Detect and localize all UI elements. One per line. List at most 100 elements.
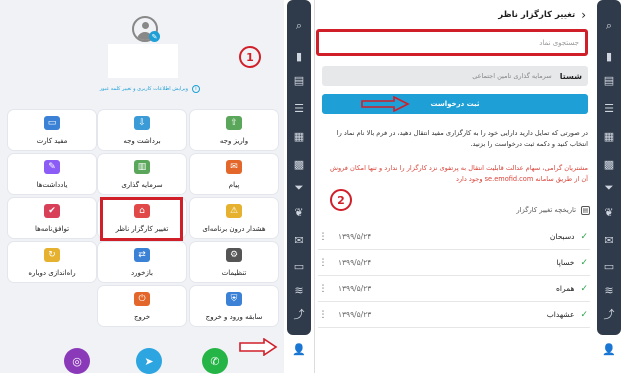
deposit-icon: ⇧: [226, 115, 242, 130]
whatsapp-icon[interactable]: ✆: [202, 348, 228, 374]
trend-icon[interactable]: ⤴: [287, 306, 311, 322]
withdraw-icon: ⇩: [134, 115, 150, 130]
menu-tile-label: سابقه ورود و خروج: [205, 312, 263, 321]
user-name-redacted: [108, 44, 178, 78]
back-chevron-icon[interactable]: ›: [581, 8, 586, 22]
menu-tile-label: سرمایه گذاری: [121, 180, 163, 189]
menu-tile[interactable]: ⇄ بازخورد: [98, 242, 186, 282]
grid-icon[interactable]: ▩: [597, 156, 621, 172]
history-header: تاریخچه تغییر کارگزار ▤: [420, 204, 590, 216]
layers-icon[interactable]: ≋: [597, 282, 621, 298]
filter-icon[interactable]: ⏷: [597, 180, 621, 196]
more-options-icon[interactable]: ⋮: [318, 232, 328, 242]
menu-tile-label: خروج: [133, 312, 151, 321]
history-symbol: خساپا: [556, 258, 575, 267]
history-title: تاریخچه تغییر کارگزار: [516, 206, 576, 214]
chat-icon[interactable]: ▭: [287, 258, 311, 274]
menu-tile-label: بازخورد: [131, 268, 153, 277]
calendar-icon[interactable]: ▦: [287, 128, 311, 144]
bookmark-icon[interactable]: ▮: [287, 48, 311, 64]
layers-icon[interactable]: ≋: [287, 282, 311, 298]
info-icon: i: [192, 85, 200, 93]
warning-text: مشتریان گرامی، سهام عدالت قابلیت انتقال …: [329, 164, 588, 183]
search-icon[interactable]: ⌕: [597, 18, 621, 34]
step-badge-2: 2: [330, 189, 352, 211]
plant-icon[interactable]: ❦: [597, 204, 621, 220]
menu-tile[interactable]: ⛨ سابقه ورود و خروج: [190, 286, 278, 326]
menu-tile[interactable]: ⚙ تنظیمات: [190, 242, 278, 282]
menu-tile[interactable]: ✔ توافق‌نامه‌ها: [8, 198, 96, 238]
avatar-head: [142, 22, 149, 29]
annotation-arrow-right: [360, 95, 410, 113]
history-date: ۱۳۹۹/۵/۲۳: [338, 310, 372, 319]
history-date: ۱۳۹۹/۵/۲۴: [338, 258, 372, 267]
highlight-box: [100, 197, 183, 241]
menu-tile[interactable]: ✎ یادداشت‌ها: [8, 154, 96, 194]
step-badge-1: 1: [239, 46, 261, 68]
profile-icon-right[interactable]: 👤: [597, 338, 621, 360]
menu-tile-label: هشدار درون برنامه‌ای: [202, 224, 266, 233]
trend-icon[interactable]: ⤴: [597, 306, 621, 322]
menu-tile[interactable]: ✉ پیام: [190, 154, 278, 194]
edit-avatar-icon[interactable]: ✎: [149, 31, 160, 42]
menu-tile[interactable]: ▭ مفید کارت: [8, 110, 96, 150]
panel-divider: [314, 0, 315, 373]
message-icon[interactable]: ✉: [597, 232, 621, 248]
menu-tile-label: راه‌اندازی دوباره: [28, 268, 76, 277]
history-symbol: عشهداب: [546, 310, 575, 319]
instagram-icon[interactable]: ◎: [64, 348, 90, 374]
info-text: در صورتی که تمایل دارید دارایی خود را به…: [336, 129, 588, 148]
history-row[interactable]: ⋮ ۱۳۹۹/۵/۲۴ خساپا ✓: [318, 250, 590, 276]
menu-tile[interactable]: ▥ سرمایه گذاری: [98, 154, 186, 194]
plant-icon[interactable]: ❦: [287, 204, 311, 220]
filter-icon[interactable]: ⏷: [287, 180, 311, 196]
annotation-arrow-left: [238, 337, 278, 357]
history-symbol: دسبحان: [549, 232, 575, 241]
chart-icon[interactable]: ▤: [597, 72, 621, 88]
bookmark-icon[interactable]: ▮: [597, 48, 621, 64]
card-icon: ▭: [44, 115, 60, 130]
watchlist-icon[interactable]: ☰: [287, 100, 311, 116]
menu-tile[interactable]: ⇩ برداشت وجه: [98, 110, 186, 150]
restart-icon: ↻: [44, 247, 60, 262]
search-icon[interactable]: ⌕: [287, 18, 311, 34]
search-field[interactable]: جستجوی نماد: [316, 29, 588, 56]
submit-label: ثبت درخواست: [430, 100, 480, 108]
more-options-icon[interactable]: ⋮: [318, 258, 328, 268]
menu-tile[interactable]: ⏻ خروج: [98, 286, 186, 326]
history-row[interactable]: ⋮ ۱۳۹۹/۵/۲۳ عشهداب ✓: [318, 302, 590, 328]
menu-tile-label: واریز وجه: [219, 136, 249, 145]
history-row[interactable]: ⋮ ۱۳۹۹/۵/۲۴ دسبحان ✓: [318, 224, 590, 250]
history-symbol: همراه: [556, 284, 575, 293]
symbol-description: سرمایه گذاری تامین اجتماعی: [472, 72, 552, 80]
history-shield-icon: ⛨: [226, 291, 242, 306]
menu-tile-label: تنظیمات: [221, 268, 247, 277]
chart-icon[interactable]: ▤: [287, 72, 311, 88]
menu-tile[interactable]: ⇧ واریز وجه: [190, 110, 278, 150]
profile-icon[interactable]: 👤: [287, 338, 311, 360]
settings-icon: ⚙: [226, 247, 242, 262]
more-options-icon[interactable]: ⋮: [318, 284, 328, 294]
page-title: تغییر کارگزار ناظر: [498, 10, 576, 20]
more-options-icon[interactable]: ⋮: [318, 310, 328, 320]
power-icon: ⏻: [134, 291, 150, 306]
history-date: ۱۳۹۹/۵/۲۳: [338, 284, 372, 293]
menu-tile[interactable]: ⚠ هشدار درون برنامه‌ای: [190, 198, 278, 238]
history-row[interactable]: ⋮ ۱۳۹۹/۵/۲۳ همراه ✓: [318, 276, 590, 302]
menu-tile-label: پیام: [228, 180, 240, 189]
watchlist-icon[interactable]: ☰: [597, 100, 621, 116]
agreement-icon: ✔: [44, 203, 60, 218]
search-placeholder: جستجوی نماد: [539, 38, 579, 47]
telegram-icon[interactable]: ➤: [136, 348, 162, 374]
calendar-icon[interactable]: ▦: [597, 128, 621, 144]
message-icon[interactable]: ✉: [287, 232, 311, 248]
menu-tile[interactable]: ↻ راه‌اندازی دوباره: [8, 242, 96, 282]
chat-icon[interactable]: ▭: [597, 258, 621, 274]
grid-icon[interactable]: ▩: [287, 156, 311, 172]
history-date: ۱۳۹۹/۵/۲۴: [338, 232, 372, 241]
selected-symbol[interactable]: سرمایه گذاری تامین اجتماعی شستا: [322, 66, 588, 86]
edit-profile-link[interactable]: ویرایش اطلاعات کاربری و تغییر کلمه عبور …: [92, 84, 200, 94]
edit-profile-label: ویرایش اطلاعات کاربری و تغییر کلمه عبور: [99, 86, 188, 92]
notes-icon: ✎: [44, 159, 60, 174]
check-icon: ✓: [580, 257, 588, 268]
